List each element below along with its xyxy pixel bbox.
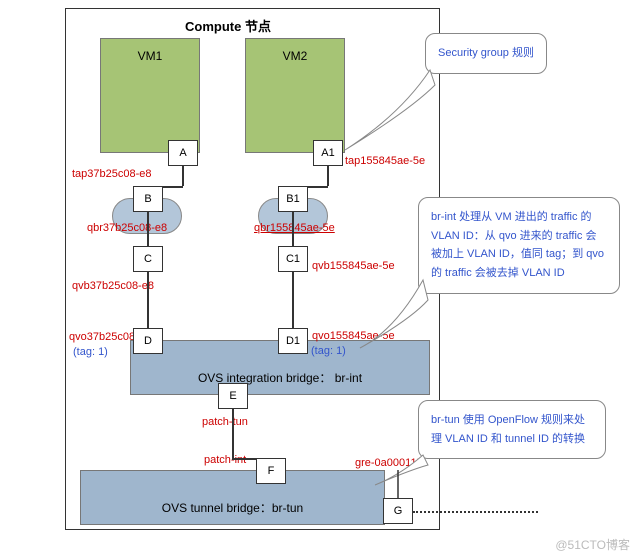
port-G: G: [383, 498, 413, 524]
port-C1: C1: [278, 246, 308, 272]
port-A: A: [168, 140, 198, 166]
port-A1: A1: [313, 140, 343, 166]
diagram-canvas: Compute 节点 VM1 VM2 OVS integration bridg…: [0, 0, 636, 557]
port-D: D: [133, 328, 163, 354]
port-D1: D1: [278, 328, 308, 354]
port-C: C: [133, 246, 163, 272]
callout-tails: [0, 0, 636, 557]
port-E: E: [218, 383, 248, 409]
port-B: B: [133, 186, 163, 212]
port-F: F: [256, 458, 286, 484]
port-B1: B1: [278, 186, 308, 212]
